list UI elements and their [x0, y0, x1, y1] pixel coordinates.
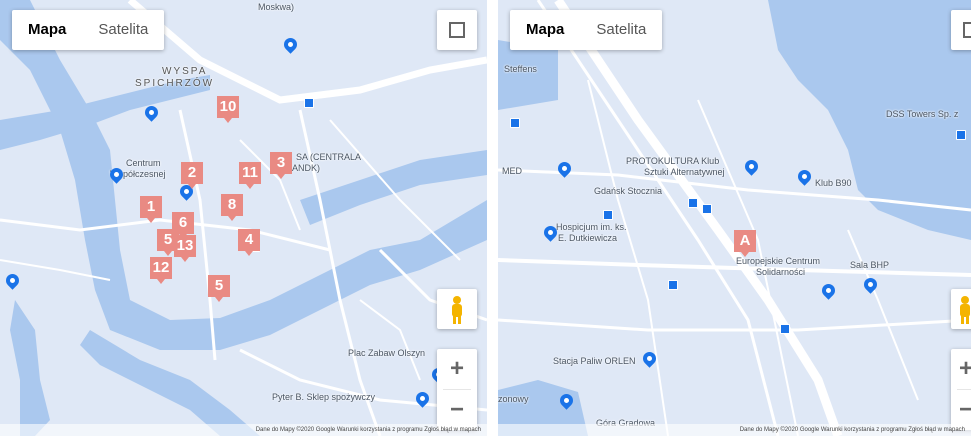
map-marker[interactable]: 12	[150, 257, 172, 284]
map-left[interactable]: Moskwa) WYSPA SPICHRZÓW Centrum Współcze…	[0, 0, 487, 436]
label-sa: SA (CENTRALA	[296, 152, 362, 162]
map-marker[interactable]: 10	[217, 96, 239, 123]
map-marker[interactable]: 2	[181, 162, 203, 189]
label-gdansk-stocznia: Gdańsk Stocznia	[594, 186, 663, 196]
label-spichrzow: SPICHRZÓW	[135, 78, 215, 89]
label-andk: ANDK)	[292, 163, 321, 173]
transit-stop-icon[interactable]	[510, 118, 520, 128]
map-attribution[interactable]: Dane do Mapy ©2020 Google Warunki korzys…	[0, 424, 487, 436]
label-ecs-line2: Solidarności	[756, 267, 806, 277]
transit-stop-icon[interactable]	[956, 130, 966, 140]
label-moskwa: Moskwa)	[258, 2, 295, 12]
map-marker[interactable]: 1	[140, 196, 162, 223]
label-wyspa: WYSPA	[162, 66, 208, 77]
zoom-in-button[interactable]: +	[951, 349, 971, 389]
map-right[interactable]: Steffens PROTOKULTURA Klub Sztuki Altern…	[498, 0, 971, 436]
map-marker[interactable]: 3	[270, 152, 292, 179]
map-type-control: Mapa Satelita	[510, 10, 663, 50]
label-zonowy: zonowy	[498, 394, 529, 404]
label-klub: Klub B90	[815, 178, 852, 188]
map-marker[interactable]: A	[734, 230, 756, 257]
fullscreen-icon	[963, 29, 971, 38]
fullscreen-icon	[456, 29, 465, 38]
label-hospicjum-line1: Hospicjum im. ks.	[556, 222, 627, 232]
label-med: MED	[502, 166, 522, 176]
label-centrum: Centrum	[126, 158, 161, 168]
transit-stop-icon[interactable]	[668, 280, 678, 290]
map-type-control: Mapa Satelita	[12, 10, 165, 50]
label-pyter: Pyter B. Sklep spożywczy	[272, 392, 376, 402]
map-marker[interactable]: 13	[174, 235, 196, 262]
transit-stop-icon[interactable]	[304, 98, 314, 108]
pegman-icon	[452, 296, 462, 324]
map-marker[interactable]: 11	[239, 162, 261, 189]
pegman-icon	[960, 296, 970, 324]
map-type-map-button[interactable]: Mapa	[12, 10, 82, 50]
zoom-in-button[interactable]: +	[437, 349, 477, 389]
transit-stop-icon[interactable]	[780, 324, 790, 334]
transit-stop-icon[interactable]	[603, 210, 613, 220]
label-hospicjum-line2: E. Dutkiewicza	[558, 233, 618, 243]
label-sala: Sala BHP	[850, 260, 890, 270]
map-marker[interactable]: 4	[238, 229, 260, 256]
label-ecs-line1: Europejskie Centrum	[736, 256, 821, 266]
zoom-control: + −	[951, 349, 971, 430]
label-stacja: Stacja Paliw ORLEN	[553, 356, 636, 366]
map-type-satellite-button[interactable]: Satelita	[82, 10, 164, 50]
map-attribution[interactable]: Dane do Mapy ©2020 Google Warunki korzys…	[498, 424, 971, 436]
map-right-background	[498, 0, 971, 436]
map-marker[interactable]: 8	[221, 194, 243, 221]
street-view-pegman-button[interactable]	[951, 289, 971, 329]
transit-stop-icon[interactable]	[688, 198, 698, 208]
map-type-map-button[interactable]: Mapa	[510, 10, 580, 50]
fullscreen-button[interactable]	[437, 10, 477, 50]
street-view-pegman-button[interactable]	[437, 289, 477, 329]
zoom-control: + −	[437, 349, 477, 430]
map-marker[interactable]: 5	[208, 275, 230, 302]
map-left-background	[0, 0, 487, 436]
map-type-satellite-button[interactable]: Satelita	[580, 10, 662, 50]
transit-stop-icon[interactable]	[702, 204, 712, 214]
label-sieferna: Steffens	[504, 64, 537, 74]
label-dss: DSS Towers Sp. z	[886, 109, 959, 119]
label-protokultura-line1: PROTOKULTURA Klub	[626, 156, 720, 166]
label-protokultura-line2: Sztuki Alternatywnej	[644, 167, 725, 177]
label-plac: Plac Zabaw Olszyn	[348, 348, 426, 358]
fullscreen-button[interactable]	[951, 10, 971, 50]
